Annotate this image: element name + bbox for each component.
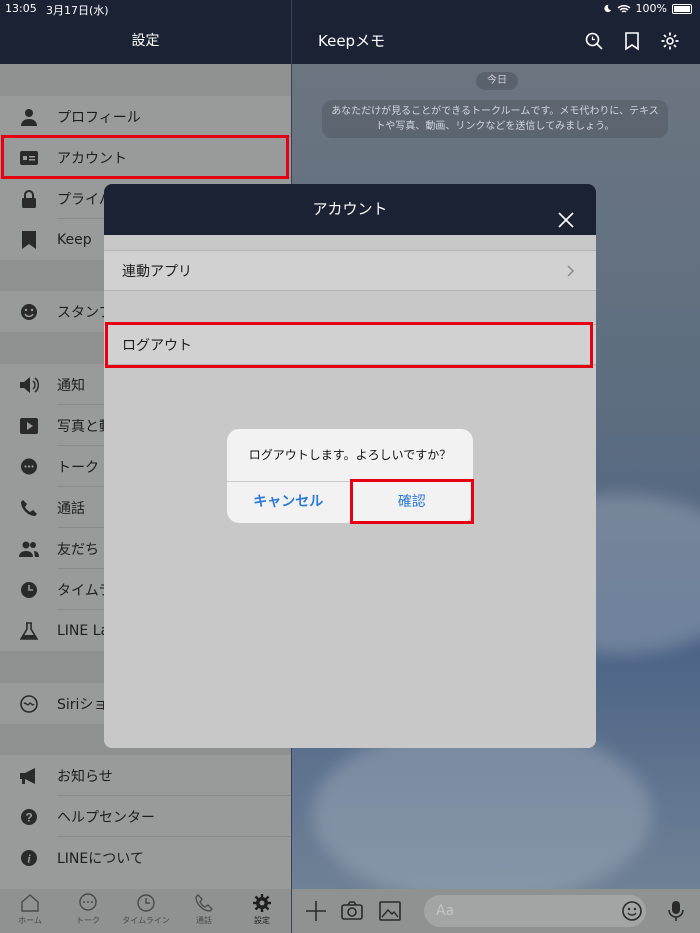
modal-row-label: ログアウト: [122, 337, 192, 354]
lock-icon: [19, 189, 39, 209]
status-time: 13:05: [5, 2, 37, 15]
siri-icon: [19, 694, 39, 714]
settings-item-label: 友だち: [57, 541, 99, 558]
speaker-icon: [19, 375, 39, 395]
settings-item-label: アカウント: [57, 150, 127, 167]
close-icon[interactable]: [556, 200, 576, 228]
battery-percent: 100%: [635, 2, 667, 15]
bottom-tab-bar: ホーム トーク タイムライン 通話 設定: [0, 889, 291, 933]
flask-icon: [19, 621, 39, 641]
gear-icon: [252, 893, 272, 913]
modal-row-label: 連動アプリ: [122, 263, 192, 280]
alert-message: ログアウトします。よろしいですか？: [227, 429, 473, 482]
tab-label: 設定: [254, 916, 270, 925]
settings-item-profile[interactable]: プロフィール: [0, 96, 291, 137]
info-icon: i: [19, 848, 39, 868]
id-card-icon: [19, 148, 39, 168]
microphone-icon[interactable]: [664, 900, 688, 922]
settings-item-account[interactable]: アカウント: [0, 137, 291, 178]
settings-item-label: Siriショ: [57, 696, 108, 713]
cancel-button[interactable]: キャンセル: [227, 482, 351, 523]
chat-icon: [78, 893, 98, 913]
status-bar: 13:05 3月17日(水) 100%: [0, 0, 700, 18]
confirm-button[interactable]: 確認: [351, 482, 474, 523]
settings-item-label: LINEについて: [57, 850, 144, 867]
settings-item-label: 通話: [57, 500, 85, 517]
settings-header: 設定: [0, 18, 291, 64]
settings-item-about-line[interactable]: i LINEについて: [0, 837, 291, 878]
settings-item-label: お知らせ: [57, 768, 113, 785]
image-icon[interactable]: [378, 900, 402, 922]
svg-text:?: ?: [25, 810, 32, 824]
message-input[interactable]: Aa: [424, 895, 646, 927]
section-gap: [0, 64, 291, 96]
settings-item-label: Keep: [57, 231, 92, 248]
linked-apps-row[interactable]: 連動アプリ: [104, 250, 596, 291]
tab-label: トーク: [76, 916, 100, 925]
settings-item-label: 通知: [57, 377, 85, 394]
settings-item-help-center[interactable]: ? ヘルプセンター: [0, 796, 291, 837]
tab-home[interactable]: ホーム: [2, 893, 58, 926]
settings-item-news[interactable]: お知らせ: [0, 755, 291, 796]
question-icon: ?: [19, 807, 39, 827]
plus-icon[interactable]: [304, 900, 328, 922]
search-icon[interactable]: [584, 31, 604, 51]
settings-item-label: トーク: [57, 459, 99, 476]
megaphone-icon: [19, 766, 39, 786]
emoji-icon[interactable]: [620, 900, 644, 922]
home-icon: [20, 893, 40, 913]
friends-icon: [19, 539, 39, 559]
chat-bubble-icon: [19, 457, 39, 477]
date-separator: 今日: [476, 72, 518, 90]
settings-item-label: ヘルプセンター: [57, 809, 155, 826]
tab-label: ホーム: [18, 916, 42, 925]
smile-icon: [19, 302, 39, 322]
bookmark-icon: [19, 230, 39, 250]
tab-talk[interactable]: トーク: [60, 893, 116, 926]
chat-header: Keepメモ: [292, 18, 700, 64]
phone-icon: [194, 893, 214, 913]
bookmark-icon[interactable]: [622, 31, 642, 51]
logout-confirm-alert: ログアウトします。よろしいですか？ キャンセル 確認: [227, 429, 473, 523]
message-input-bar: Aa: [292, 889, 700, 933]
logout-row[interactable]: ログアウト: [104, 324, 596, 365]
wifi-icon: [617, 4, 631, 13]
tab-label: タイムライン: [122, 916, 170, 925]
chat-title: Keepメモ: [318, 32, 386, 50]
modal-header: アカウント: [104, 184, 596, 235]
status-date: 3月17日(水): [46, 4, 109, 17]
tab-settings[interactable]: 設定: [234, 893, 290, 926]
chevron-right-icon: [564, 264, 578, 278]
tab-label: 通話: [196, 916, 212, 925]
cloud-decoration: [312, 724, 652, 889]
settings-title: 設定: [131, 33, 160, 49]
system-notice: あなただけが見ることができるトークルームです。メモ代わりに、テキストや写真、動画…: [322, 100, 668, 138]
phone-icon: [19, 498, 39, 518]
settings-item-label: プロフィール: [57, 109, 141, 126]
gear-icon[interactable]: [660, 31, 680, 51]
tab-timeline[interactable]: タイムライン: [118, 893, 174, 926]
battery-icon: [672, 3, 692, 14]
clock-icon: [136, 893, 156, 913]
play-icon: [19, 416, 39, 436]
moon-icon: [603, 4, 611, 13]
settings-item-label: LINE La: [57, 622, 110, 639]
status-right: 100%: [603, 2, 692, 15]
modal-title: アカウント: [312, 200, 388, 218]
tab-calls[interactable]: 通話: [176, 893, 232, 926]
person-icon: [19, 107, 39, 127]
camera-icon[interactable]: [340, 900, 364, 922]
clock-icon: [19, 580, 39, 600]
